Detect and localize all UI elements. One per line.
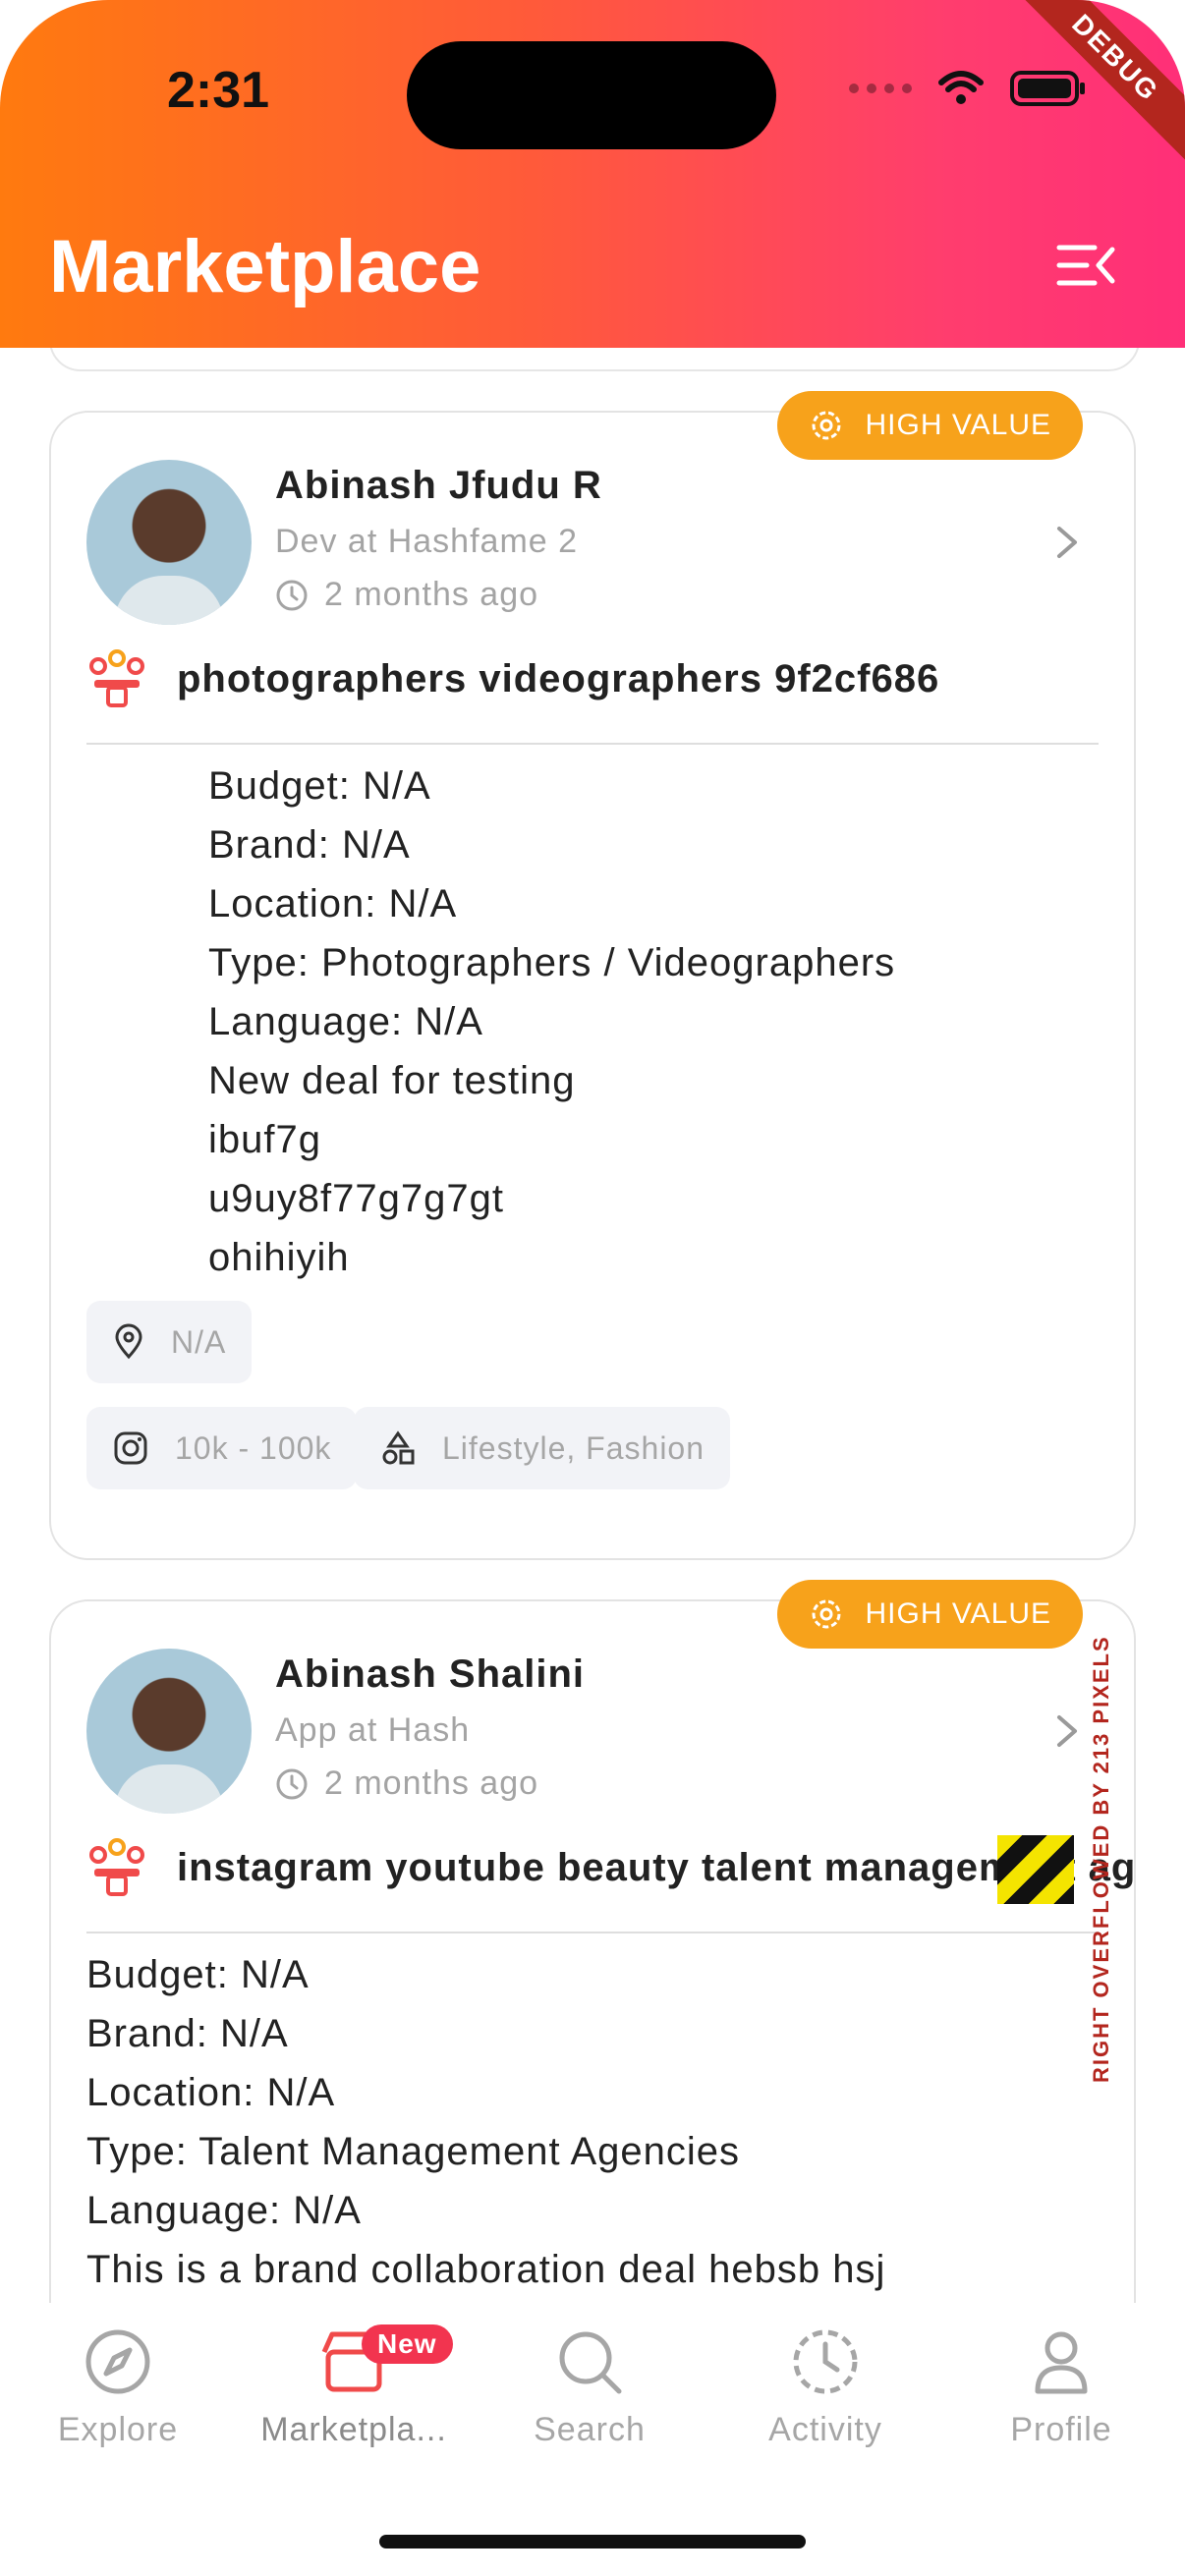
clock-history-icon [793, 2329, 858, 2394]
user-role: App at Hash [275, 1711, 471, 1749]
chevron-right-icon[interactable] [1053, 1711, 1081, 1751]
followers-value: 10k - 100k [175, 1429, 332, 1466]
nav-label: Explore [57, 2411, 179, 2448]
deal-title-row: instagram youtube beauty talent manageme… [86, 1837, 1136, 1898]
battery-icon [1010, 71, 1085, 106]
user-role: Dev at Hashfame 2 [275, 523, 579, 560]
nav-label: Marketpla... [260, 2411, 447, 2448]
nav-activity[interactable]: Activity [707, 2326, 943, 2449]
deal-details: Budget: N/A Brand: N/A Location: N/A Typ… [86, 1945, 885, 2299]
avatar[interactable] [86, 460, 252, 625]
search-icon [559, 2331, 622, 2394]
wifi-icon [938, 71, 984, 104]
high-value-badge: HIGH VALUE [776, 1580, 1083, 1649]
detail-line: Brand: N/A [208, 823, 411, 867]
previous-card-edge [49, 348, 1140, 371]
detail-line: Budget: N/A [208, 764, 431, 808]
categories-value: Lifestyle, Fashion [442, 1429, 705, 1466]
detail-line: Location: N/A [86, 2071, 336, 2114]
avatar[interactable] [86, 1649, 252, 1814]
high-value-badge: HIGH VALUE [776, 391, 1083, 460]
dynamic-island [407, 41, 776, 149]
compass-icon [85, 2329, 150, 2394]
overflow-warning: RIGHT OVERFLOWED BY 213 PIXELS [1089, 1635, 1113, 2083]
divider [86, 743, 1099, 745]
person-icon [1035, 2331, 1088, 2394]
divider [86, 1932, 1099, 1933]
time-ago-label: 2 months ago [324, 576, 539, 613]
time-ago-label: 2 months ago [324, 1764, 539, 1802]
nav-label: Activity [768, 2411, 882, 2448]
detail-line: Language: N/A [86, 2189, 362, 2232]
nav-label: Search [534, 2411, 646, 2448]
followers-chip: 10k - 100k [86, 1407, 358, 1489]
time-ago: 2 months ago [275, 576, 538, 614]
deal-card[interactable]: HIGH VALUE Abinash Shalini App at Hash 2… [49, 1580, 1136, 2303]
status-time: 2:31 [167, 62, 270, 119]
badge-label: HIGH VALUE [865, 409, 1051, 441]
categories-chip: Lifestyle, Fashion [354, 1407, 731, 1489]
new-badge: New [362, 2324, 453, 2364]
detail-line: Language: N/A [208, 1000, 483, 1043]
nav-profile[interactable]: Profile [943, 2326, 1179, 2449]
badge-gear-icon [812, 411, 840, 440]
detail-line: Location: N/A [208, 882, 458, 925]
deal-card[interactable]: HIGH VALUE Abinash Jfudu R Dev at Hashfa… [49, 391, 1136, 1560]
location-pin-icon [115, 1323, 142, 1360]
menu-collapse-icon[interactable] [1055, 238, 1116, 293]
nav-label: Profile [1010, 2411, 1112, 2448]
status-icons [849, 69, 1087, 108]
deal-title-row: photographers videographers 9f2cf686 [86, 648, 939, 709]
badge-gear-icon [812, 1599, 840, 1629]
detail-line: Type: Photographers / Videographers [208, 941, 896, 984]
detail-line: u9uy8f77g7g7gt [208, 1177, 504, 1220]
detail-line: Brand: N/A [86, 2012, 289, 2055]
app-header: 2:31 DEBUG Marketplace [0, 0, 1185, 348]
detail-line: ohihiyih [208, 1236, 350, 1279]
nav-search[interactable]: Search [472, 2326, 707, 2449]
deal-title: instagram youtube beauty talent manageme… [177, 1845, 1137, 1889]
clock-icon [276, 580, 308, 610]
detail-line: Type: Talent Management Agencies [86, 2130, 741, 2173]
user-name: Abinash Shalini [275, 1652, 586, 1696]
detail-line: Budget: N/A [86, 1953, 310, 1996]
nav-marketplace[interactable]: New Marketpla... [236, 2324, 472, 2449]
time-ago: 2 months ago [275, 1764, 538, 1803]
deal-list[interactable]: HIGH VALUE Abinash Jfudu R Dev at Hashfa… [0, 348, 1185, 2303]
deal-details: Budget: N/A Brand: N/A Location: N/A Typ… [208, 756, 895, 1287]
nav-explore[interactable]: Explore [0, 2326, 236, 2449]
deal-title: photographers videographers 9f2cf686 [177, 656, 940, 700]
deal-category-icon [89, 649, 144, 707]
overflow-stripe [997, 1835, 1074, 1904]
instagram-icon [114, 1431, 147, 1465]
location-chip: N/A [86, 1301, 253, 1383]
cellular-signal-icon [849, 84, 912, 93]
clock-icon [276, 1768, 308, 1799]
detail-line: This is a brand collaboration deal hebsb… [86, 2248, 886, 2291]
badge-label: HIGH VALUE [865, 1597, 1051, 1630]
user-name: Abinash Jfudu R [275, 464, 602, 507]
detail-line: ibuf7g [208, 1118, 321, 1161]
shapes-icon [382, 1430, 415, 1465]
chevron-right-icon[interactable] [1053, 523, 1081, 562]
home-indicator [379, 2535, 806, 2548]
deal-category-icon [89, 1838, 144, 1896]
location-value: N/A [171, 1323, 227, 1360]
page-title: Marketplace [49, 225, 481, 308]
detail-line: New deal for testing [208, 1059, 576, 1102]
